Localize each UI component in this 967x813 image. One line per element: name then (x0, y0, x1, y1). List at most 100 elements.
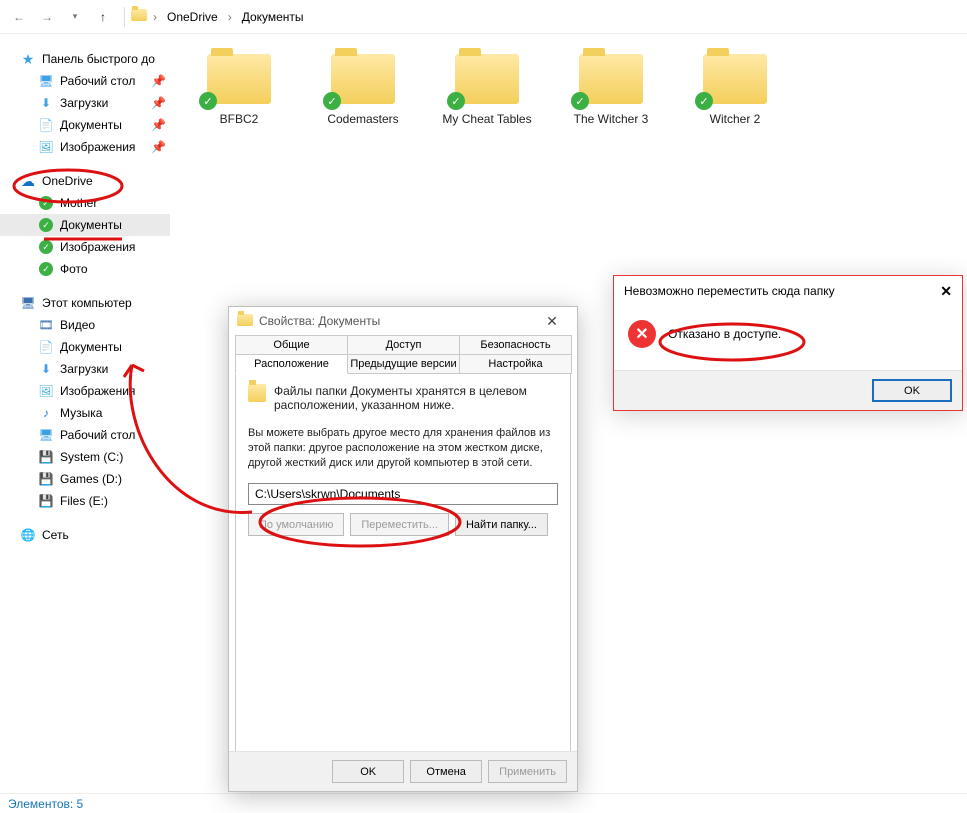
folder-label: Codemasters (327, 112, 398, 126)
restore-default-button[interactable]: По умолчанию (248, 513, 344, 536)
folder-icon (237, 314, 253, 329)
label: Документы (60, 118, 122, 132)
video-icon: 🎞 (38, 317, 54, 333)
label: System (C:) (60, 450, 123, 464)
folder-codemasters[interactable]: ✓ Codemasters (318, 54, 408, 126)
label: Документы (60, 218, 122, 232)
up-button[interactable]: ↑ (90, 4, 116, 30)
error-icon: ✕ (628, 320, 656, 348)
label: Изображения (60, 384, 135, 398)
onedrive-header[interactable]: ☁ OneDrive (0, 170, 170, 192)
sidebar-item-mother[interactable]: ✓ Mother (0, 192, 170, 214)
sidebar-item-onedrive-pictures[interactable]: ✓ Изображения (0, 236, 170, 258)
label: Games (D:) (60, 472, 122, 486)
breadcrumb-documents[interactable]: Документы (238, 8, 308, 26)
tab-customize[interactable]: Настройка (459, 354, 572, 374)
label: Документы (60, 340, 122, 354)
sidebar-item-pc-downloads[interactable]: ⬇ Загрузки (0, 358, 170, 380)
drive-icon: 💾 (38, 471, 54, 487)
sync-badge-icon: ✓ (199, 92, 217, 110)
properties-dialog: Свойства: Документы ✕ Общие Доступ Безоп… (228, 306, 578, 792)
network-icon: 🌐 (20, 527, 36, 543)
back-button[interactable]: ← (6, 4, 32, 30)
sidebar-item-downloads[interactable]: ⬇ Загрузки 📌 (0, 92, 170, 114)
navigation-tree: ★ Панель быстрого до 🖥 Рабочий стол 📌 ⬇ … (0, 34, 170, 793)
folder-label: The Witcher 3 (574, 112, 649, 126)
folder-icon: ✓ (207, 54, 271, 104)
pin-icon: 📌 (151, 96, 166, 110)
download-icon: ⬇ (38, 95, 54, 111)
sync-folder-icon: ✓ (38, 261, 54, 277)
thispc-header[interactable]: 🖥 Этот компьютер (0, 292, 170, 314)
close-button[interactable]: ✕ (535, 313, 569, 330)
tab-general[interactable]: Общие (235, 335, 348, 355)
label: Mother (60, 196, 97, 210)
tab-previous-versions[interactable]: Предыдущие версии (347, 354, 460, 374)
quick-access-header[interactable]: ★ Панель быстрого до (0, 48, 170, 70)
folder-witcher3[interactable]: ✓ The Witcher 3 (566, 54, 656, 126)
star-icon: ★ (20, 51, 36, 67)
sidebar-item-pc-pictures[interactable]: 🖼 Изображения (0, 380, 170, 402)
move-button[interactable]: Переместить... (350, 513, 449, 536)
forward-button[interactable]: → (34, 4, 60, 30)
sidebar-item-music[interactable]: ♪ Музыка (0, 402, 170, 424)
sync-folder-icon: ✓ (38, 217, 54, 233)
document-icon: 📄 (38, 117, 54, 133)
sidebar-item-pc-desktop[interactable]: 🖥 Рабочий стол (0, 424, 170, 446)
tab-strip: Общие Доступ Безопасность Расположение П… (229, 335, 577, 374)
breadcrumb-onedrive[interactable]: OneDrive (163, 8, 222, 26)
tab-location[interactable]: Расположение (235, 354, 348, 374)
sidebar-item-drive-d[interactable]: 💾 Games (D:) (0, 468, 170, 490)
folder-cheat-tables[interactable]: ✓ My Cheat Tables (442, 54, 532, 126)
pin-icon: 📌 (151, 74, 166, 88)
ok-button[interactable]: OK (332, 760, 404, 783)
breadcrumb[interactable]: › OneDrive › Документы (131, 8, 308, 26)
onedrive-icon: ☁ (20, 173, 36, 189)
sidebar-item-onedrive-photo[interactable]: ✓ Фото (0, 258, 170, 280)
sidebar-item-video[interactable]: 🎞 Видео (0, 314, 170, 336)
music-icon: ♪ (38, 405, 54, 421)
chevron-icon[interactable]: › (224, 10, 236, 24)
recent-dropdown[interactable]: ▾ (62, 4, 88, 30)
find-target-button[interactable]: Найти папку... (455, 513, 548, 536)
folder-witcher2[interactable]: ✓ Witcher 2 (690, 54, 780, 126)
folder-icon (131, 9, 147, 24)
desktop-icon: 🖥 (38, 73, 54, 89)
document-icon: 📄 (38, 339, 54, 355)
sync-folder-icon: ✓ (38, 239, 54, 255)
sidebar-item-desktop[interactable]: 🖥 Рабочий стол 📌 (0, 70, 170, 92)
error-titlebar[interactable]: Невозможно переместить сюда папку ✕ (614, 276, 962, 306)
sidebar-item-drive-e[interactable]: 💾 Files (E:) (0, 490, 170, 512)
dialog-titlebar[interactable]: Свойства: Документы ✕ (229, 307, 577, 335)
label: OneDrive (42, 174, 93, 188)
status-bar: Элементов: 5 (0, 793, 967, 813)
sidebar-item-documents[interactable]: 📄 Документы 📌 (0, 114, 170, 136)
sync-folder-icon: ✓ (38, 195, 54, 211)
cancel-button[interactable]: Отмена (410, 760, 482, 783)
label: Изображения (60, 140, 135, 154)
network-header[interactable]: 🌐 Сеть (0, 524, 170, 546)
desktop-icon: 🖥 (38, 427, 54, 443)
sidebar-item-drive-c[interactable]: 💾 System (C:) (0, 446, 170, 468)
folder-label: BFBC2 (220, 112, 259, 126)
tab-sharing[interactable]: Доступ (347, 335, 460, 355)
label: Панель быстрого до (42, 52, 155, 66)
sync-badge-icon: ✓ (323, 92, 341, 110)
label: Музыка (60, 406, 102, 420)
sidebar-item-pc-documents[interactable]: 📄 Документы (0, 336, 170, 358)
pc-icon: 🖥 (20, 295, 36, 311)
location-path-input[interactable] (248, 483, 558, 505)
chevron-icon[interactable]: › (149, 10, 161, 24)
tab-security[interactable]: Безопасность (459, 335, 572, 355)
picture-icon: 🖼 (38, 139, 54, 155)
address-bar: ← → ▾ ↑ › OneDrive › Документы (0, 0, 967, 34)
download-icon: ⬇ (38, 361, 54, 377)
label: Загрузки (60, 96, 108, 110)
sidebar-item-onedrive-documents[interactable]: ✓ Документы (0, 214, 170, 236)
sidebar-item-pictures[interactable]: 🖼 Изображения 📌 (0, 136, 170, 158)
close-button[interactable]: ✕ (940, 283, 952, 300)
pin-icon: 📌 (151, 140, 166, 154)
folder-bfbc2[interactable]: ✓ BFBC2 (194, 54, 284, 126)
error-ok-button[interactable]: OK (872, 379, 952, 402)
apply-button[interactable]: Применить (488, 760, 567, 783)
